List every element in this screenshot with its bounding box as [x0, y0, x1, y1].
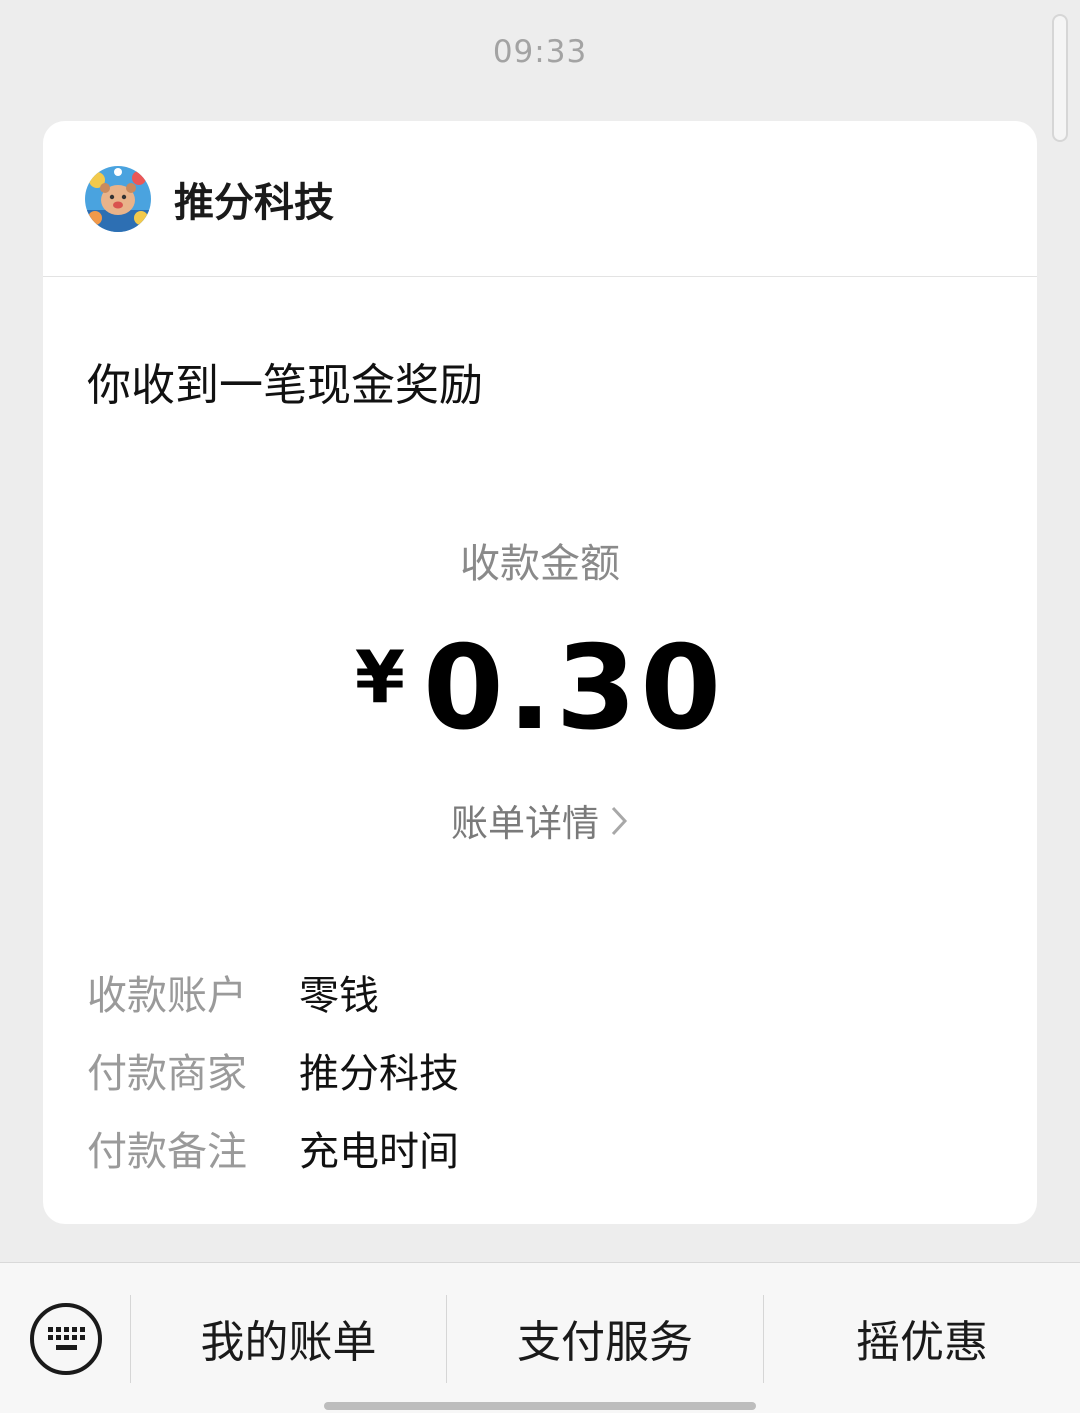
detail-value: 零钱 — [299, 973, 379, 1019]
detail-value: 推分科技 — [299, 1051, 459, 1097]
menu-item-payment-services[interactable]: 支付服务 — [447, 1293, 763, 1383]
menu-item-shake-deals[interactable]: 摇优惠 — [764, 1293, 1080, 1383]
merchant-name[interactable]: 推分科技 — [174, 170, 334, 228]
message-timestamp: 09:33 — [492, 34, 588, 70]
bill-details-label: 账单详情 — [451, 802, 599, 845]
home-indicator[interactable] — [324, 1402, 756, 1410]
menu-item-my-bills[interactable]: 我的账单 — [131, 1293, 446, 1383]
chevron-right-icon — [609, 804, 629, 847]
bill-details-link[interactable]: 账单详情 — [43, 793, 1037, 847]
amount-display: ¥0.30 — [43, 621, 1037, 756]
payment-notification-card[interactable]: 推分科技 你收到一笔现金奖励 收款金额 ¥0.30 账单详情 收款账户 零钱 付… — [43, 121, 1037, 1224]
detail-key: 付款备注 — [87, 1129, 247, 1175]
scrollbar-thumb[interactable] — [1052, 14, 1068, 142]
detail-row-remark: 付款备注 充电时间 — [87, 1109, 459, 1187]
notification-headline: 你收到一笔现金奖励 — [87, 360, 483, 411]
amount-value: 0.30 — [422, 621, 726, 756]
card-header[interactable]: 推分科技 — [43, 121, 1037, 277]
detail-key: 付款商家 — [87, 1051, 247, 1097]
bottom-menu-bar: 我的账单 支付服务 摇优惠 — [0, 1262, 1080, 1413]
detail-row-account: 收款账户 零钱 — [87, 953, 459, 1031]
detail-key: 收款账户 — [87, 973, 247, 1019]
currency-symbol: ¥ — [354, 635, 405, 719]
amount-label: 收款金额 — [460, 541, 620, 587]
detail-value: 充电时间 — [299, 1129, 459, 1175]
payment-details: 收款账户 零钱 付款商家 推分科技 付款备注 充电时间 — [87, 953, 459, 1187]
detail-row-merchant: 付款商家 推分科技 — [87, 1031, 459, 1109]
merchant-avatar[interactable] — [85, 165, 151, 232]
keyboard-icon[interactable] — [30, 1303, 102, 1375]
